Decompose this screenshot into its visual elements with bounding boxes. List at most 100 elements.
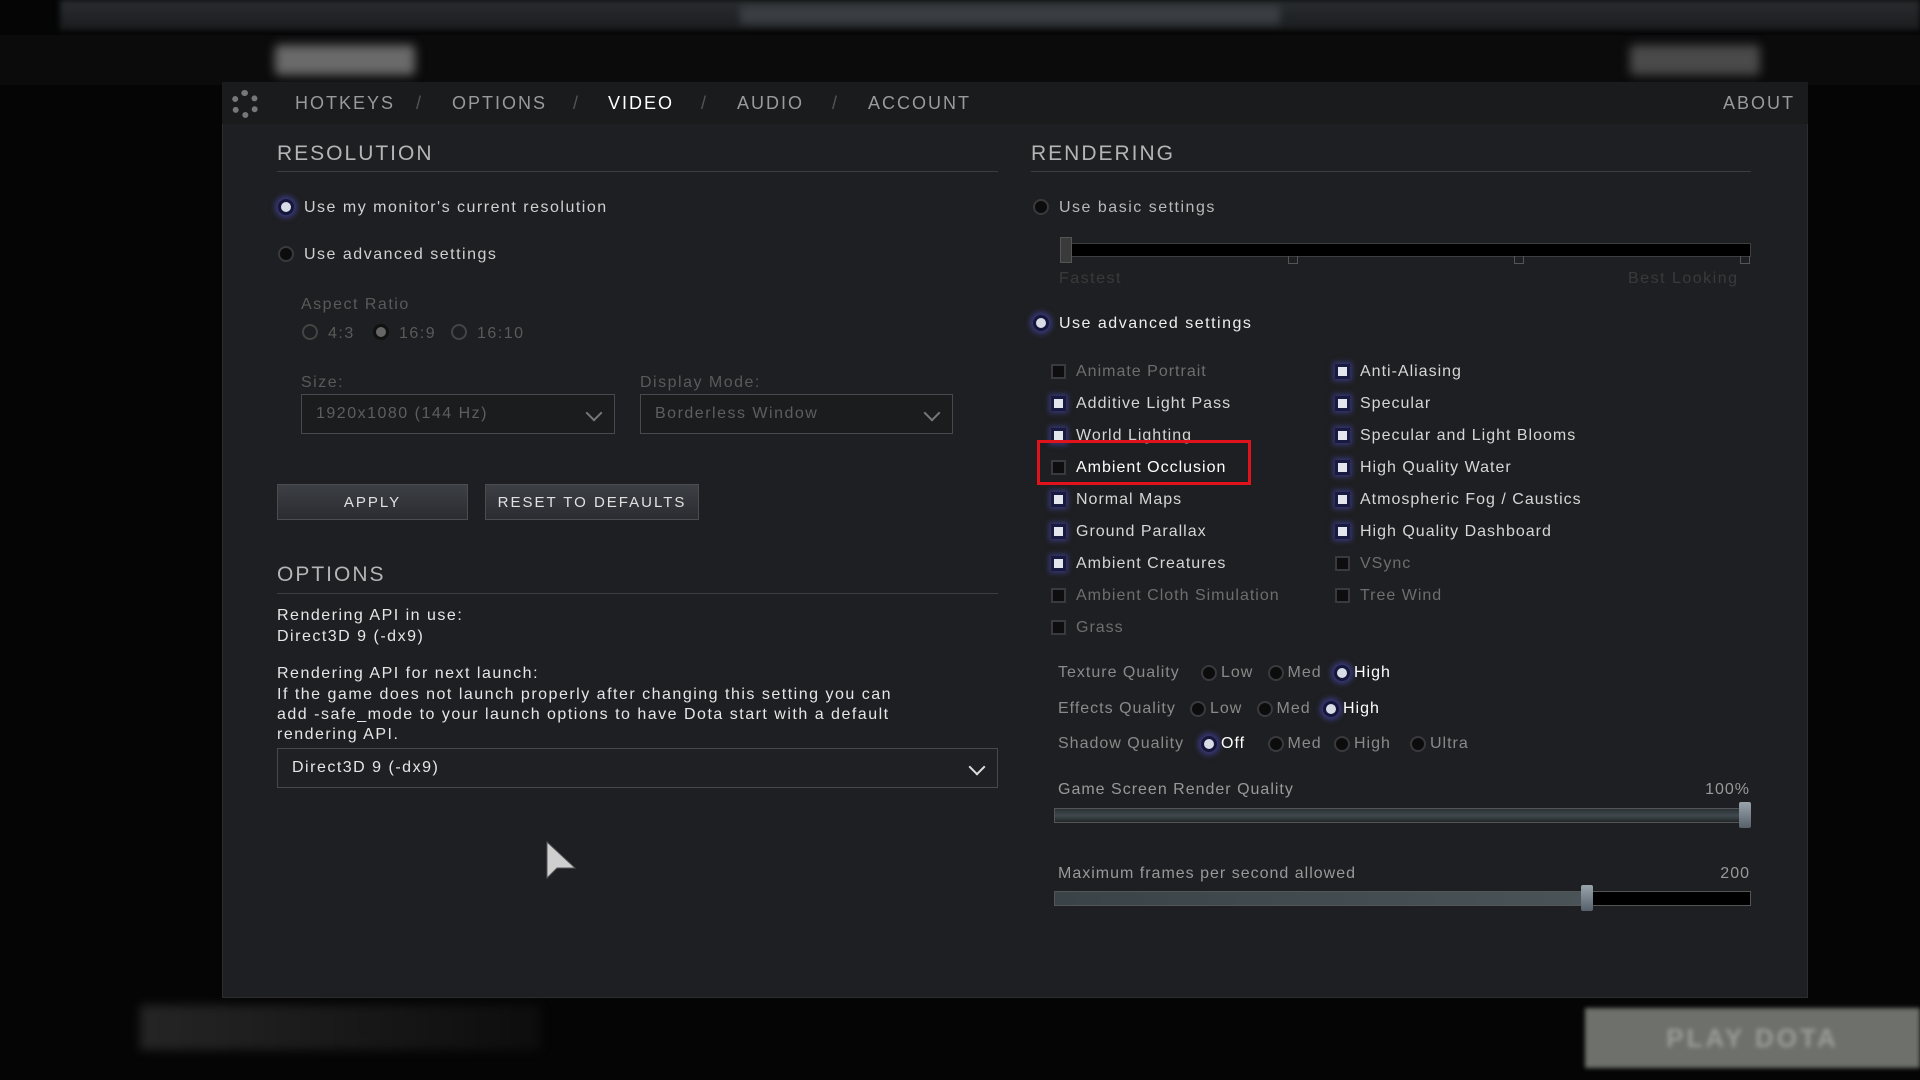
tab-separator: / xyxy=(701,93,707,113)
checkbox[interactable] xyxy=(1051,396,1066,411)
quality-option-label: High xyxy=(1343,700,1380,717)
mouse-cursor-icon xyxy=(546,840,577,880)
checkbox-label: Specular xyxy=(1360,395,1432,412)
quality-option-label: High xyxy=(1354,735,1391,752)
advanced-resolution-label: Use advanced settings xyxy=(304,246,498,263)
rendering-header: RENDERING xyxy=(1031,142,1176,165)
fastest-label: Fastest xyxy=(1059,270,1122,287)
checkbox[interactable] xyxy=(1335,556,1350,571)
quality-radio[interactable] xyxy=(1201,736,1217,752)
tab-hotkeys[interactable]: HOTKEYS xyxy=(295,93,395,114)
checkbox[interactable] xyxy=(1051,588,1066,603)
render-quality-value: 100% xyxy=(1705,781,1750,798)
quality-radio[interactable] xyxy=(1190,701,1206,717)
checkbox[interactable] xyxy=(1051,556,1066,571)
quality-radio[interactable] xyxy=(1410,736,1426,752)
radio-advanced-rendering[interactable] xyxy=(1033,315,1049,331)
gear-icon[interactable] xyxy=(231,90,259,118)
checkbox[interactable] xyxy=(1335,460,1350,475)
quality-option-label: Med xyxy=(1276,700,1311,717)
checkbox[interactable] xyxy=(1335,588,1350,603)
options-header: OPTIONS xyxy=(277,563,386,586)
quality-radio[interactable] xyxy=(1201,665,1217,681)
quality-label: Shadow Quality xyxy=(1058,735,1185,752)
basic-quality-thumb[interactable] xyxy=(1060,237,1072,263)
checkbox[interactable] xyxy=(1335,492,1350,507)
quality-option-label: Off xyxy=(1221,735,1246,752)
chevron-down-icon xyxy=(585,404,603,422)
tab-separator: / xyxy=(416,93,422,113)
play-dota-button[interactable]: PLAY DOTA xyxy=(1585,1008,1920,1068)
tab-separator: / xyxy=(832,93,838,113)
api-in-use-label: Rendering API in use: xyxy=(277,607,464,624)
fps-thumb[interactable] xyxy=(1581,885,1594,911)
radio-aspect-16-10[interactable] xyxy=(451,324,467,340)
quality-radio[interactable] xyxy=(1334,665,1350,681)
divider xyxy=(1031,171,1751,172)
resolution-header: RESOLUTION xyxy=(277,142,434,165)
radio-basic-settings[interactable] xyxy=(1033,199,1049,215)
tab-account[interactable]: ACCOUNT xyxy=(868,93,971,114)
checkbox-label: Atmospheric Fog / Caustics xyxy=(1360,491,1582,508)
quality-option-label: Ultra xyxy=(1430,735,1469,752)
size-label: Size: xyxy=(301,374,345,391)
tab-separator: / xyxy=(573,93,579,113)
divider xyxy=(277,593,998,594)
render-quality-thumb[interactable] xyxy=(1739,802,1751,828)
aspect-ratio-label: Aspect Ratio xyxy=(301,296,410,313)
radio-advanced-resolution[interactable] xyxy=(278,246,294,262)
radio-aspect-4-3[interactable] xyxy=(302,324,318,340)
checkbox-label: Anti-Aliasing xyxy=(1360,363,1462,380)
display-mode-label: Display Mode: xyxy=(640,374,761,391)
checkbox-label: Normal Maps xyxy=(1076,491,1183,508)
slider-tick xyxy=(1740,256,1750,264)
tab-options[interactable]: OPTIONS xyxy=(452,93,547,114)
tab-audio[interactable]: AUDIO xyxy=(737,93,804,114)
display-mode-dropdown[interactable]: Borderless Window xyxy=(640,394,953,434)
checkbox[interactable] xyxy=(1051,364,1066,379)
tab-video[interactable]: VIDEO xyxy=(608,93,674,114)
slider-tick xyxy=(1514,256,1524,264)
fps-slider[interactable] xyxy=(1054,891,1751,906)
aspect-16-10-label: 16:10 xyxy=(477,325,525,342)
size-value: 1920x1080 (144 Hz) xyxy=(316,405,488,422)
quality-radio[interactable] xyxy=(1323,701,1339,717)
quality-radio[interactable] xyxy=(1267,736,1284,752)
checkbox-label: Additive Light Pass xyxy=(1076,395,1232,412)
best-looking-label: Best Looking xyxy=(1628,270,1739,287)
apply-button[interactable]: APPLY xyxy=(277,484,468,520)
highlight-box xyxy=(1037,440,1251,485)
checkbox-label: High Quality Dashboard xyxy=(1360,523,1552,540)
render-quality-slider[interactable] xyxy=(1054,808,1751,823)
quality-radio[interactable] xyxy=(1267,665,1284,681)
radio-aspect-16-9[interactable] xyxy=(373,324,389,340)
basic-quality-slider[interactable] xyxy=(1060,243,1751,257)
reset-defaults-button[interactable]: RESET TO DEFAULTS xyxy=(485,484,699,520)
render-quality-label: Game Screen Render Quality xyxy=(1058,781,1294,798)
api-next-dropdown[interactable]: Direct3D 9 (-dx9) xyxy=(277,748,998,788)
api-next-value: Direct3D 9 (-dx9) xyxy=(292,759,440,776)
api-note-line: If the game does not launch properly aft… xyxy=(277,686,892,703)
checkbox[interactable] xyxy=(1051,620,1066,635)
checkbox[interactable] xyxy=(1335,396,1350,411)
currency-blurred xyxy=(1630,45,1760,75)
aspect-4-3-label: 4:3 xyxy=(328,325,355,342)
checkbox[interactable] xyxy=(1335,428,1350,443)
size-dropdown[interactable]: 1920x1080 (144 Hz) xyxy=(301,394,615,434)
checkbox[interactable] xyxy=(1051,492,1066,507)
quality-option-label: Med xyxy=(1287,664,1322,681)
quality-radio[interactable] xyxy=(1256,701,1273,717)
tab-about[interactable]: ABOUT xyxy=(1723,93,1795,114)
checkbox[interactable] xyxy=(1335,364,1350,379)
quality-radio[interactable] xyxy=(1334,736,1350,752)
checkbox[interactable] xyxy=(1051,524,1066,539)
checkbox-label: Ambient Creatures xyxy=(1076,555,1227,572)
checkbox[interactable] xyxy=(1335,524,1350,539)
fps-value: 200 xyxy=(1720,865,1750,882)
api-in-use-value: Direct3D 9 (-dx9) xyxy=(277,628,425,645)
radio-current-resolution[interactable] xyxy=(278,199,294,215)
window-title-blurred xyxy=(740,6,1280,24)
api-note-line: rendering API. xyxy=(277,726,400,743)
fps-label: Maximum frames per second allowed xyxy=(1058,865,1356,882)
quality-option-label: High xyxy=(1354,664,1391,681)
